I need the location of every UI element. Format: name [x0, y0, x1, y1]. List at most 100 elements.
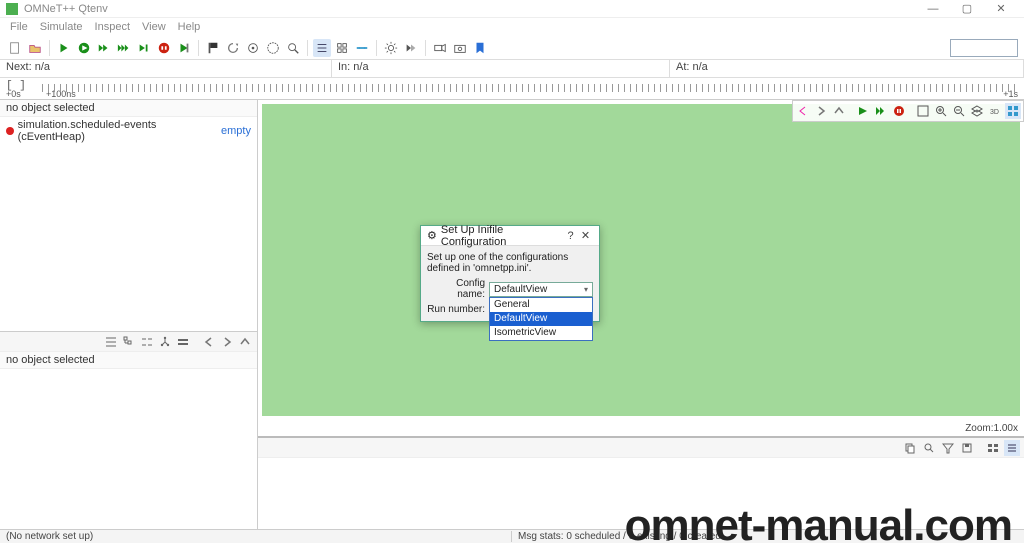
log-mode-log-icon[interactable] — [1004, 440, 1020, 456]
timeline-button[interactable] — [353, 39, 371, 57]
canvas-zoomin-icon[interactable] — [933, 103, 949, 119]
animation-speed-button[interactable] — [402, 39, 420, 57]
inspector-body[interactable] — [0, 369, 257, 529]
timeline-left-label: +0s — [6, 89, 21, 99]
log-mode-msg-icon[interactable] — [985, 440, 1001, 456]
nav-up-icon[interactable] — [237, 334, 253, 350]
tree-row-tag: empty — [221, 125, 251, 137]
nav-fwd-icon[interactable] — [219, 334, 235, 350]
log-toolbar — [258, 438, 1024, 458]
run-button[interactable] — [75, 39, 93, 57]
mode-flat-icon[interactable] — [175, 334, 191, 350]
maximize-button[interactable]: ▢ — [950, 0, 984, 18]
grid-button[interactable] — [333, 39, 351, 57]
config-name-combo[interactable]: DefaultView ▾ General DefaultView Isomet… — [489, 282, 593, 297]
debug-next-button[interactable] — [175, 39, 193, 57]
title-bar: OMNeT++ Qtenv — ▢ ✕ — [0, 0, 1024, 18]
finish-button[interactable] — [204, 39, 222, 57]
minimize-button[interactable]: — — [916, 0, 950, 18]
log-body[interactable]: omnet-manual.com — [258, 458, 1024, 529]
right-column: 3D Zoom:1.00x omnet-manual.com — [258, 100, 1024, 529]
fast-run-button[interactable] — [95, 39, 113, 57]
run-number-label: Run number: — [427, 304, 485, 315]
menu-bar: File Simulate Inspect View Help — [0, 18, 1024, 36]
config-name-selected: DefaultView — [494, 284, 547, 295]
svg-text:3D: 3D — [990, 109, 999, 116]
at-label: At: n/a — [670, 60, 1024, 77]
open-button[interactable] — [26, 39, 44, 57]
window-title: OMNeT++ Qtenv — [24, 3, 916, 15]
canvas-3d-icon[interactable]: 3D — [987, 103, 1003, 119]
inspector-header: no object selected — [0, 352, 257, 369]
canvas-relayout-icon[interactable] — [915, 103, 931, 119]
timeline-ruler[interactable]: [ ] +0s +100ns +1s — [0, 78, 1024, 100]
canvas-zoomout-icon[interactable] — [951, 103, 967, 119]
dialog-titlebar[interactable]: ⚙ Set Up Inifile Configuration ? ✕ — [421, 226, 599, 246]
object-tree-body[interactable]: simulation.scheduled-events (cEventHeap)… — [0, 117, 257, 331]
video-button[interactable] — [431, 39, 449, 57]
canvas-run-icon[interactable] — [855, 103, 871, 119]
left-column: no object selected simulation.scheduled-… — [0, 100, 258, 529]
list-button[interactable] — [313, 39, 331, 57]
stop-button[interactable] — [155, 39, 173, 57]
log-copy-icon[interactable] — [902, 440, 918, 456]
menu-view[interactable]: View — [138, 21, 170, 33]
canvas-module-icon[interactable] — [1005, 103, 1021, 119]
canvas-fast-icon[interactable] — [873, 103, 889, 119]
mode-hier-icon[interactable] — [157, 334, 173, 350]
eventlog-button[interactable] — [244, 39, 262, 57]
canvas-up-icon[interactable] — [831, 103, 847, 119]
log-save-icon[interactable] — [959, 440, 975, 456]
find-button[interactable] — [284, 39, 302, 57]
menu-file[interactable]: File — [6, 21, 32, 33]
run-until-button[interactable] — [135, 39, 153, 57]
snapshot-button[interactable] — [451, 39, 469, 57]
main-toolbar — [0, 36, 1024, 60]
dropdown-option-isometricview[interactable]: IsometricView — [490, 326, 592, 340]
config-name-dropdown: General DefaultView IsometricView — [489, 297, 593, 341]
timeline-right-label: +1s — [1003, 89, 1018, 99]
dialog-body: Set up one of the configurations defined… — [421, 246, 599, 321]
menu-help[interactable]: Help — [174, 21, 205, 33]
dropdown-option-defaultview[interactable]: DefaultView — [490, 312, 592, 326]
canvas-layers-icon[interactable] — [969, 103, 985, 119]
status-bar: (No network set up) Msg stats: 0 schedul… — [0, 529, 1024, 543]
inspector-panel: no object selected — [0, 352, 257, 529]
bookmark-button[interactable] — [471, 39, 489, 57]
express-run-button[interactable] — [115, 39, 133, 57]
gear-icon: ⚙ — [427, 229, 437, 242]
menu-inspect[interactable]: Inspect — [91, 21, 134, 33]
canvas-fwd-icon[interactable] — [813, 103, 829, 119]
object-tree-panel: no object selected simulation.scheduled-… — [0, 100, 257, 332]
canvas-back-icon[interactable] — [795, 103, 811, 119]
dialog-prompt: Set up one of the configurations defined… — [427, 252, 593, 274]
preferences-button[interactable] — [382, 39, 400, 57]
chevron-down-icon: ▾ — [584, 285, 588, 294]
inifile-config-dialog: ⚙ Set Up Inifile Configuration ? ✕ Set u… — [420, 225, 600, 322]
dialog-help-button[interactable]: ? — [563, 230, 578, 242]
log-filter-icon[interactable] — [940, 440, 956, 456]
mode-list-icon[interactable] — [103, 334, 119, 350]
step-button[interactable] — [55, 39, 73, 57]
canvas-area[interactable] — [262, 104, 1020, 416]
menu-simulate[interactable]: Simulate — [36, 21, 87, 33]
dialog-close-button[interactable]: ✕ — [578, 229, 593, 242]
canvas-toolbar: 3D — [792, 100, 1024, 122]
rebuild-button[interactable] — [224, 39, 242, 57]
zoom-label: Zoom:1.00x — [965, 423, 1018, 434]
inspector-toolbar — [0, 332, 257, 352]
app-icon — [6, 3, 18, 15]
log-find-icon[interactable] — [921, 440, 937, 456]
canvas-stop-icon[interactable] — [891, 103, 907, 119]
vector-button[interactable] — [264, 39, 282, 57]
new-file-button[interactable] — [6, 39, 24, 57]
config-name-label: Config name: — [427, 278, 485, 300]
nav-back-icon[interactable] — [201, 334, 217, 350]
mode-tree-icon[interactable] — [121, 334, 137, 350]
toolbar-search-input[interactable] — [950, 39, 1018, 57]
dropdown-option-general[interactable]: General — [490, 298, 592, 312]
tree-row-scheduled-events[interactable]: simulation.scheduled-events (cEventHeap)… — [4, 119, 253, 143]
mode-grouped-icon[interactable] — [139, 334, 155, 350]
close-button[interactable]: ✕ — [984, 0, 1018, 18]
dialog-title-text: Set Up Inifile Configuration — [441, 224, 563, 248]
